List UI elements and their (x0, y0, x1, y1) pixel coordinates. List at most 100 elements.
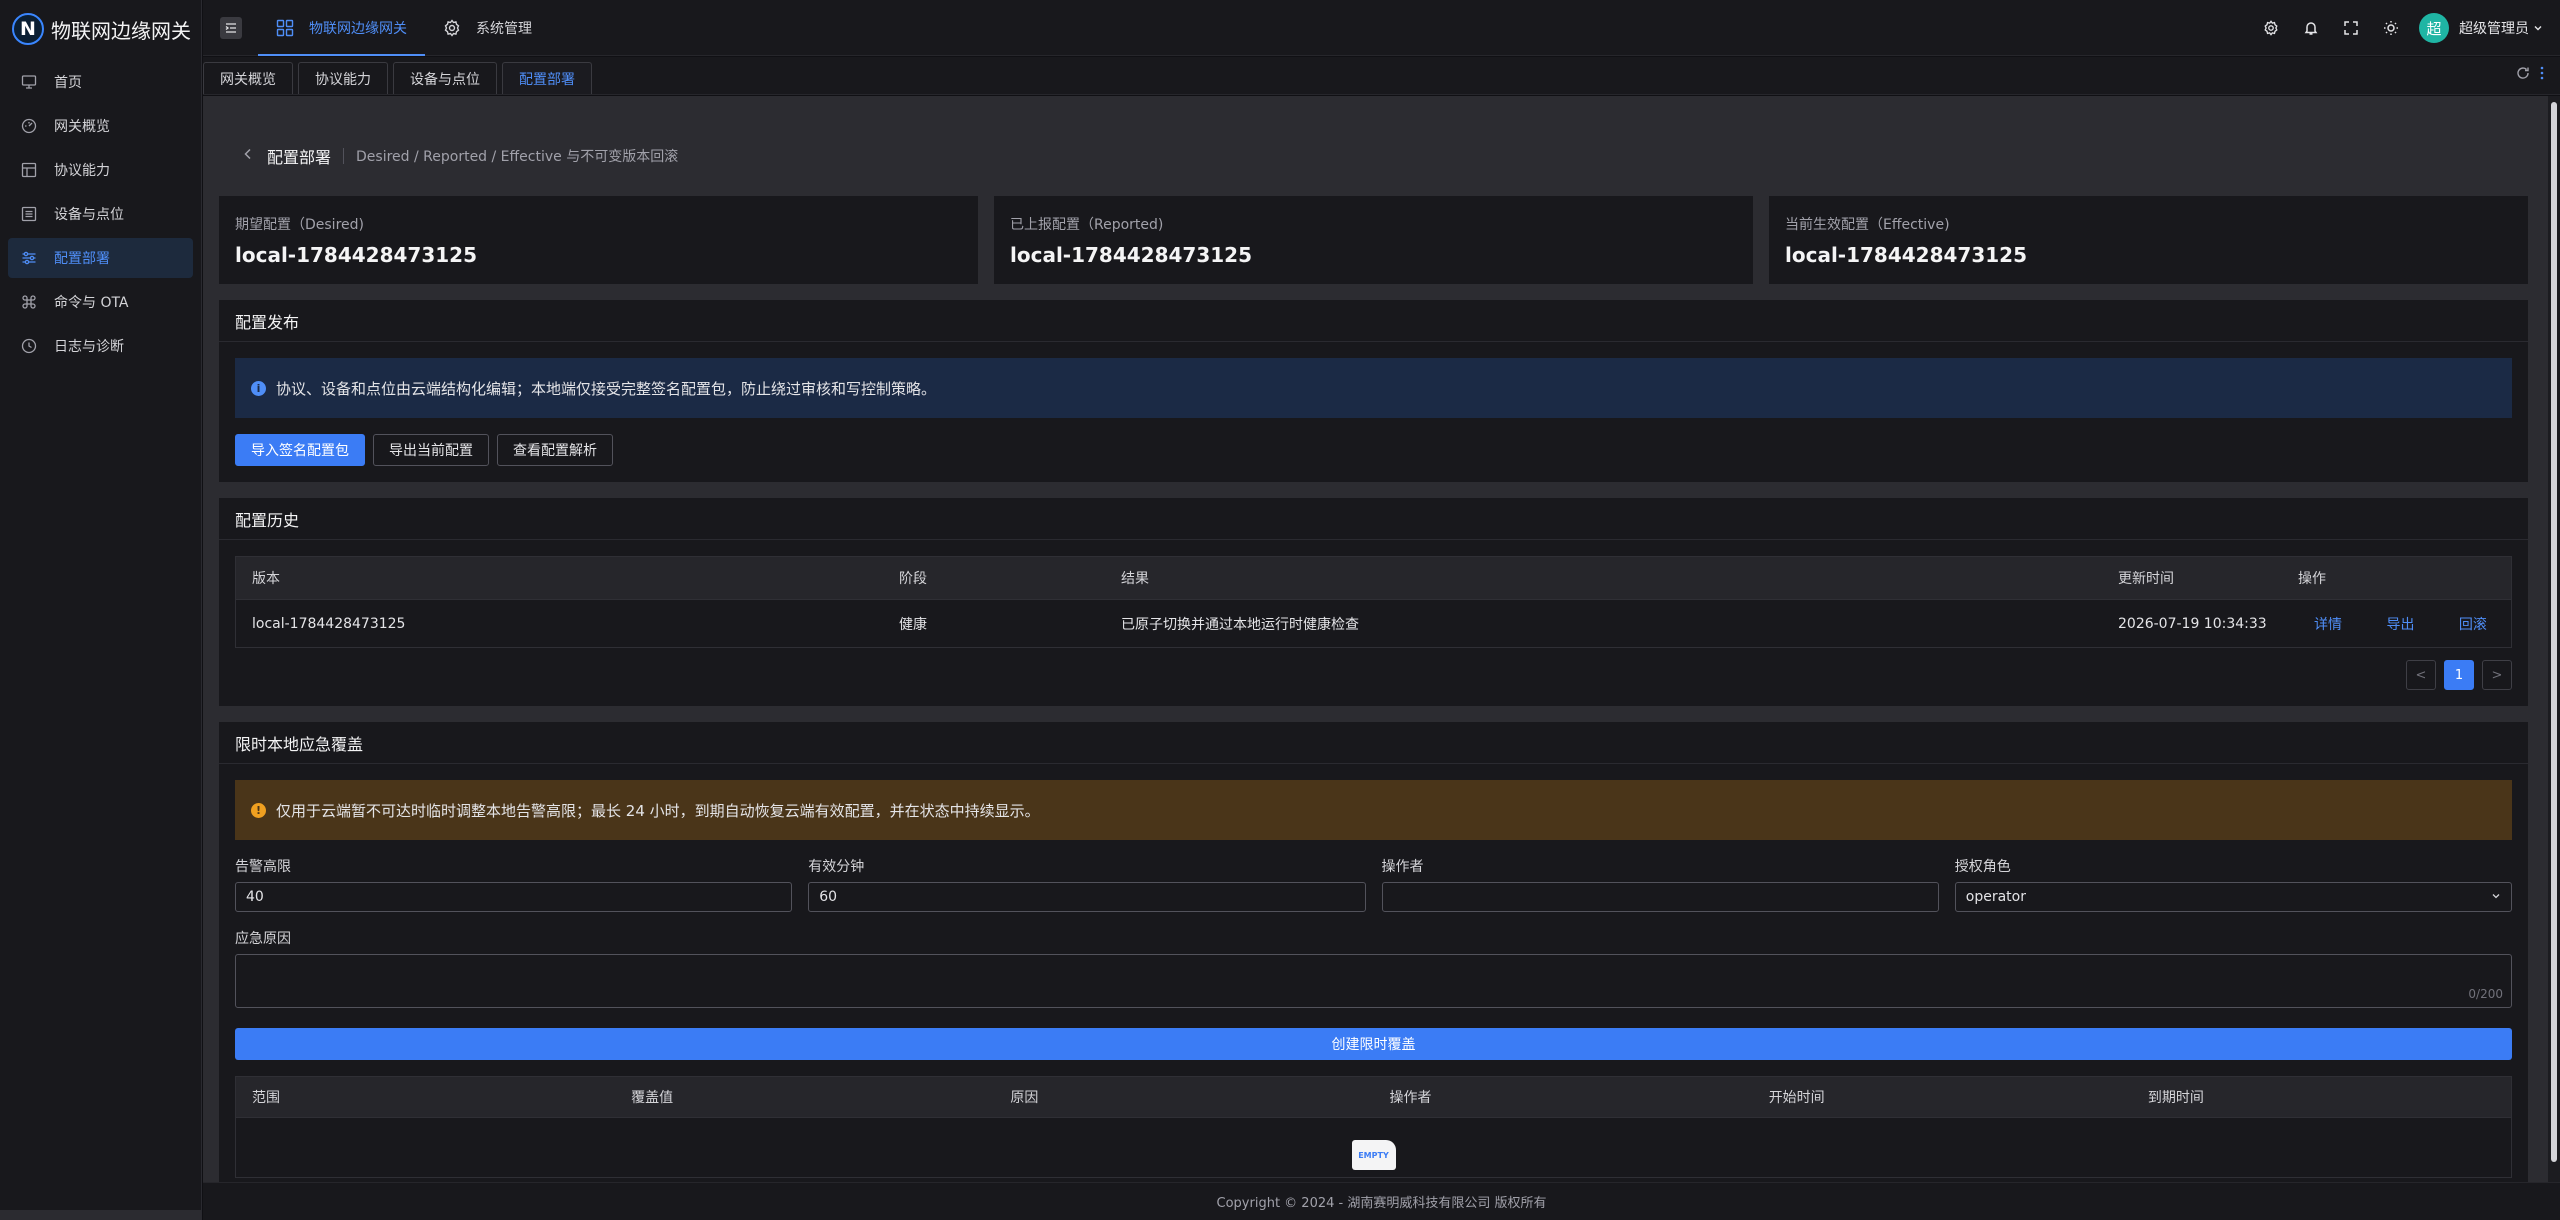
tab-devices[interactable]: 设备与点位 (393, 62, 497, 94)
settings-button[interactable] (2251, 8, 2291, 48)
avatar[interactable]: 超 (2419, 13, 2449, 43)
col-updated: 更新时间 (2118, 571, 2174, 587)
cell-actions: 详情 导出 回滚 (2282, 614, 2511, 634)
col-operator: 操作者 (1389, 1090, 1432, 1106)
export-config-button[interactable]: 导出当前配置 (373, 434, 489, 466)
copyright-text: Copyright © 2024 - 湖南赛明威科技有限公司 版权所有 (1216, 1196, 1547, 1211)
tab-bar: 网关概览 协议能力 设备与点位 配置部署 (203, 57, 2560, 95)
col-stage: 阶段 (899, 571, 927, 587)
operator-input[interactable] (1381, 882, 1939, 912)
sidebar-scrollbar[interactable] (0, 1210, 201, 1220)
page-subtitle: Desired / Reported / Effective 与不可变版本回滚 (356, 149, 679, 165)
more-vertical-icon[interactable] (2540, 65, 2544, 84)
override-table-empty: EMPTY (235, 1118, 2512, 1178)
prev-page-button[interactable]: < (2406, 660, 2436, 690)
logo[interactable]: N 物联网边缘网关 (0, 0, 201, 58)
form-label: 有效分钟 (808, 859, 865, 875)
table-row: local-1784428473125 健康 已原子切换并通过本地运行时健康检查… (236, 599, 2511, 647)
page-number-button[interactable]: 1 (2444, 660, 2474, 690)
topnav-iot-gateway[interactable]: 物联网边缘网关 (258, 0, 425, 56)
top-nav: 物联网边缘网关 系统管理 (258, 0, 550, 56)
chevron-down-icon (2491, 891, 2501, 904)
footer: Copyright © 2024 - 湖南赛明威科技有限公司 版权所有 (203, 1182, 2560, 1220)
theme-toggle-button[interactable] (2371, 8, 2411, 48)
list-icon (20, 205, 38, 223)
menu-collapse-button[interactable] (220, 16, 242, 39)
col-version: 版本 (252, 571, 280, 587)
sidebar-item-home[interactable]: 首页 (8, 62, 193, 102)
tab-actions (2506, 65, 2544, 84)
sidebar-item-config-deploy[interactable]: 配置部署 (8, 238, 193, 278)
reason-textarea[interactable]: 0/200 (235, 954, 2512, 1008)
divider (343, 148, 345, 164)
username[interactable]: 超级管理员 (2459, 18, 2529, 38)
card-desired: 期望配置（Desired) local-1784428473125 (219, 196, 978, 284)
alarm-high-input[interactable]: 40 (235, 882, 793, 912)
grid-icon (276, 19, 294, 36)
topnav-system-admin[interactable]: 系统管理 (425, 0, 550, 56)
form-label: 操作者 (1381, 859, 1424, 875)
create-override-button[interactable]: 创建限时覆盖 (235, 1028, 2512, 1060)
col-start-time: 开始时间 (1768, 1090, 1825, 1106)
col-expire-time: 到期时间 (2147, 1090, 2204, 1106)
history-table: 版本 阶段 结果 更新时间 操作 local-1784428473125 健康 … (235, 556, 2512, 648)
form-item-operator: 操作者 (1381, 856, 1939, 912)
notifications-button[interactable] (2291, 8, 2331, 48)
cell-time: 2026-07-19 10:34:33 (2118, 615, 2267, 632)
card-value: local-1784428473125 (1785, 243, 2028, 267)
sun-icon (2384, 21, 2398, 35)
col-reason: 原因 (1010, 1090, 1039, 1106)
sidebar-item-label: 日志与诊断 (54, 339, 124, 355)
layout-icon (20, 161, 38, 179)
export-link[interactable]: 导出 (2386, 617, 2414, 633)
sidebar-item-command-ota[interactable]: 命令与 OTA (8, 282, 193, 322)
next-page-button[interactable]: > (2482, 660, 2512, 690)
form-item-role: 授权角色 operator (1954, 856, 2512, 912)
detail-link[interactable]: 详情 (2314, 617, 2342, 633)
col-result: 结果 (1121, 571, 1149, 587)
back-arrow-icon[interactable] (243, 148, 253, 164)
fullscreen-button[interactable] (2331, 8, 2371, 48)
dashboard-icon (20, 117, 38, 135)
role-select[interactable]: operator (1954, 882, 2512, 912)
pagination: < 1 > (235, 660, 2512, 690)
sidebar-item-protocol[interactable]: 协议能力 (8, 150, 193, 190)
cell-version: local-1784428473125 (252, 615, 406, 632)
card-effective: 当前生效配置（Effective) local-1784428473125 (1769, 196, 2528, 284)
main-scrollbar[interactable] (2548, 96, 2560, 1182)
card-value: local-1784428473125 (1010, 243, 1253, 267)
override-panel: 限时本地应急覆盖 ! 仅用于云端暂不可达时临时调整本地告警高限；最长 24 小时… (219, 722, 2528, 1182)
col-scope: 范围 (252, 1090, 280, 1106)
valid-minutes-input[interactable]: 60 (808, 882, 1366, 912)
monitor-icon (20, 73, 38, 91)
chevron-down-icon[interactable] (2533, 23, 2543, 33)
form-item-valid-minutes: 有效分钟 60 (808, 856, 1366, 912)
gear-icon (444, 18, 460, 37)
empty-icon: EMPTY (1351, 1140, 1396, 1170)
sidebar-item-logs[interactable]: 日志与诊断 (8, 326, 193, 366)
view-config-parse-button[interactable]: 查看配置解析 (497, 434, 613, 466)
page-header: 配置部署 Desired / Reported / Effective 与不可变… (219, 96, 2528, 196)
top-header: 物联网边缘网关 系统管理 超 超级管理员 (203, 0, 2560, 56)
import-signed-package-button[interactable]: 导入签名配置包 (235, 434, 365, 466)
table-header: 版本 阶段 结果 更新时间 操作 (236, 557, 2511, 599)
card-label: 已上报配置（Reported) (1010, 217, 1164, 233)
form-label: 应急原因 (235, 931, 291, 947)
card-reported: 已上报配置（Reported) local-1784428473125 (994, 196, 1753, 284)
sidebar-item-label: 协议能力 (54, 163, 110, 179)
fullscreen-icon (2344, 21, 2358, 35)
sidebar-item-devices[interactable]: 设备与点位 (8, 194, 193, 234)
char-count: 0/200 (2468, 987, 2503, 1001)
rollback-link[interactable]: 回滚 (2459, 617, 2487, 633)
content-area: 配置部署 Desired / Reported / Effective 与不可变… (219, 96, 2528, 1182)
main-content: 配置部署 Desired / Reported / Effective 与不可变… (203, 96, 2560, 1182)
refresh-icon[interactable] (2516, 65, 2530, 84)
settings-icon (2264, 20, 2278, 36)
tab-config-deploy[interactable]: 配置部署 (502, 62, 592, 94)
tab-gateway-overview[interactable]: 网关概览 (203, 62, 293, 94)
scrollbar-thumb[interactable] (2551, 102, 2557, 1162)
config-state-cards: 期望配置（Desired) local-1784428473125 已上报配置（… (219, 196, 2528, 284)
alert-text: 协议、设备和点位由云端结构化编辑；本地端仅接受完整签名配置包，防止绕过审核和写控… (276, 379, 937, 398)
sidebar-item-gateway-overview[interactable]: 网关概览 (8, 106, 193, 146)
tab-protocol[interactable]: 协议能力 (298, 62, 388, 94)
